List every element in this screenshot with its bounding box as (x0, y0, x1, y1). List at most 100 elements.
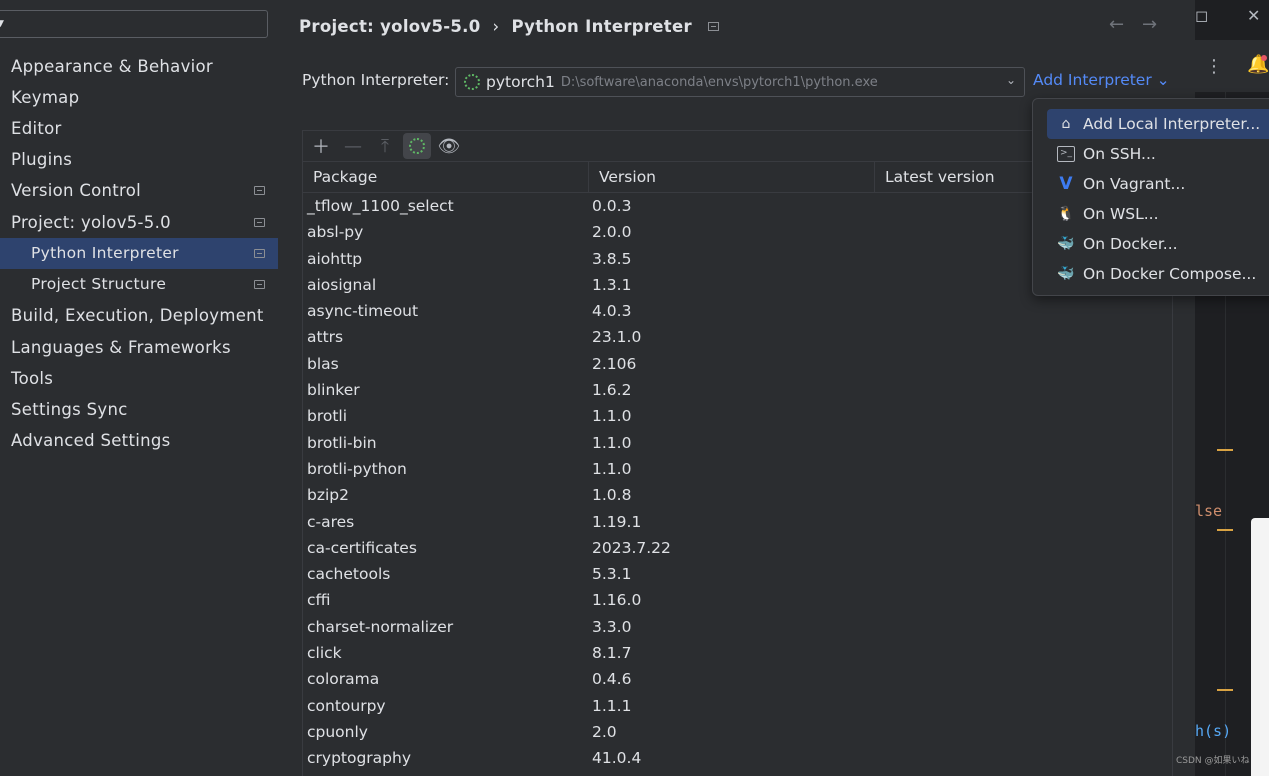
table-row[interactable]: cryptography 41.0.4 (303, 745, 1172, 771)
sidebar-item-label: Appearance & Behavior (11, 57, 213, 76)
table-row[interactable]: contourpy 1.1.1 (303, 693, 1172, 719)
sidebar-item-project[interactable]: Project: yolov5-5.0 (0, 207, 278, 238)
menu-item-on-docker[interactable]: 🐳 On Docker... (1047, 229, 1269, 259)
table-row[interactable]: brotli-bin 1.1.0 (303, 430, 1172, 456)
sidebar-item-label: Project: yolov5-5.0 (11, 213, 171, 232)
project-scope-icon (254, 186, 265, 195)
docker-icon: 🐳 (1057, 236, 1075, 252)
package-name: cachetools (307, 565, 391, 584)
project-scope-icon (707, 21, 719, 31)
table-row[interactable]: cffi 1.16.0 (303, 587, 1172, 613)
sidebar-item-label: Editor (11, 119, 62, 138)
package-version: 41.0.4 (592, 749, 642, 768)
table-row[interactable]: brotli 1.1.0 (303, 403, 1172, 429)
package-name: cryptography (307, 749, 412, 768)
package-name: _tflow_1100_select (307, 197, 454, 215)
forward-arrow-icon[interactable]: → (1142, 14, 1157, 35)
package-version: 2.0.0 (592, 223, 632, 242)
menu-item-label: On SSH... (1083, 145, 1156, 163)
table-row[interactable]: c-ares 1.19.1 (303, 509, 1172, 535)
terminal-icon: >_ (1057, 146, 1075, 162)
package-name: charset-normalizer (307, 617, 454, 636)
package-name: attrs (307, 328, 344, 347)
menu-item-label: On WSL... (1083, 205, 1159, 223)
sidebar-item-version-control[interactable]: Version Control (0, 175, 278, 206)
add-interpreter-link[interactable]: Add Interpreter ⌄ (1033, 71, 1170, 89)
package-version: 2.106 (592, 354, 637, 373)
column-header-package[interactable]: Package (303, 162, 589, 192)
package-version: 1.3.1 (592, 275, 632, 294)
package-version: 23.1.0 (592, 328, 642, 347)
refresh-button[interactable] (403, 133, 431, 159)
sidebar-item-tools[interactable]: Tools (0, 363, 278, 394)
sidebar-item-label: Python Interpreter (31, 244, 179, 262)
remove-package-button[interactable]: — (339, 133, 367, 159)
watermark: CSDN @如果いね (1176, 756, 1250, 766)
sidebar-item-advanced[interactable]: Advanced Settings (0, 425, 278, 456)
code-snippet-call: h(s) (1195, 722, 1232, 740)
package-name: c-ares (307, 512, 355, 531)
sidebar-item-plugins[interactable]: Plugins (0, 144, 278, 175)
table-row[interactable]: brotli-python 1.1.0 (303, 456, 1172, 482)
package-version: 4.0.3 (592, 302, 632, 321)
sidebar-item-languages[interactable]: Languages & Frameworks (0, 332, 278, 363)
show-early-releases-button[interactable]: 👁 (435, 133, 463, 159)
table-row[interactable]: async-timeout 4.0.3 (303, 298, 1172, 324)
project-scope-icon (254, 249, 265, 258)
package-version: 3.3.0 (592, 617, 632, 636)
sidebar-item-editor[interactable]: Editor (0, 113, 278, 144)
column-header-version[interactable]: Version (589, 162, 875, 192)
settings-search-input[interactable]: ▼ (0, 10, 268, 38)
linux-icon: 🐧 (1057, 206, 1075, 222)
table-row[interactable]: blinker 1.6.2 (303, 377, 1172, 403)
sidebar-item-keymap[interactable]: Keymap (0, 82, 278, 113)
package-version: 1.1.0 (592, 433, 632, 452)
package-name: cpuonly (307, 722, 368, 741)
package-version: 1.1.1 (592, 696, 632, 715)
restore-window-icon[interactable]: ◻ (1195, 6, 1208, 25)
back-arrow-icon[interactable]: ← (1109, 14, 1124, 35)
sidebar-item-python-interpreter[interactable]: Python Interpreter (0, 238, 278, 269)
sidebar-item-settings-sync[interactable]: Settings Sync (0, 394, 278, 425)
upgrade-package-button[interactable]: ⤒ (371, 133, 399, 159)
add-package-button[interactable]: ＋ (307, 133, 335, 159)
close-window-icon[interactable]: ✕ (1247, 6, 1260, 25)
chevron-down-icon[interactable]: ⌄ (1006, 73, 1016, 87)
package-name: brotli-bin (307, 433, 377, 452)
notification-dot (1261, 55, 1267, 61)
table-row[interactable]: charset-normalizer 3.3.0 (303, 614, 1172, 640)
interpreter-select[interactable]: pytorch1 D:\software\anaconda\envs\pytor… (455, 67, 1025, 97)
package-version: 1.19.1 (592, 512, 642, 531)
sidebar-item-label: Plugins (11, 150, 73, 169)
package-name: contourpy (307, 696, 386, 715)
package-name: colorama (307, 670, 380, 689)
table-row[interactable]: colorama 0.4.6 (303, 666, 1172, 692)
table-row[interactable]: cpuonly 2.0 (303, 719, 1172, 745)
breadcrumb-project[interactable]: Project: yolov5-5.0 (299, 17, 481, 36)
table-row[interactable]: blas 2.106 (303, 351, 1172, 377)
table-row[interactable]: bzip2 1.0.8 (303, 482, 1172, 508)
more-options-icon[interactable]: ⋮ (1205, 56, 1223, 77)
table-row[interactable]: cachetools 5.3.1 (303, 561, 1172, 587)
table-row[interactable]: attrs 23.1.0 (303, 324, 1172, 350)
sidebar-item-appearance[interactable]: Appearance & Behavior (0, 51, 278, 82)
menu-item-on-wsl[interactable]: 🐧 On WSL... (1047, 199, 1269, 229)
change-marker (1217, 529, 1233, 531)
search-dropdown-icon[interactable]: ▼ (0, 19, 4, 29)
menu-item-on-ssh[interactable]: >_ On SSH... (1047, 139, 1269, 169)
package-version: 1.1.0 (592, 459, 632, 478)
table-row[interactable]: click 8.1.7 (303, 640, 1172, 666)
table-row[interactable]: ca-certificates 2023.7.22 (303, 535, 1172, 561)
menu-item-label: Add Local Interpreter... (1083, 115, 1261, 133)
menu-item-add-local-interpreter[interactable]: ⌂ Add Local Interpreter... (1047, 109, 1269, 139)
sidebar-item-project-structure[interactable]: Project Structure (0, 269, 278, 300)
menu-item-on-vagrant[interactable]: V On Vagrant... (1047, 169, 1269, 199)
sidebar-item-label: Build, Execution, Deployment (11, 306, 264, 325)
loading-spinner-icon (464, 74, 480, 90)
menu-item-on-docker-compose[interactable]: 🐳 On Docker Compose... (1047, 259, 1269, 289)
package-version: 1.0.8 (592, 486, 632, 505)
interpreter-name: pytorch1 (486, 73, 555, 91)
menu-item-label: On Vagrant... (1083, 175, 1186, 193)
sidebar-item-build[interactable]: Build, Execution, Deployment (0, 300, 278, 331)
sidebar-item-label: Keymap (11, 88, 80, 107)
